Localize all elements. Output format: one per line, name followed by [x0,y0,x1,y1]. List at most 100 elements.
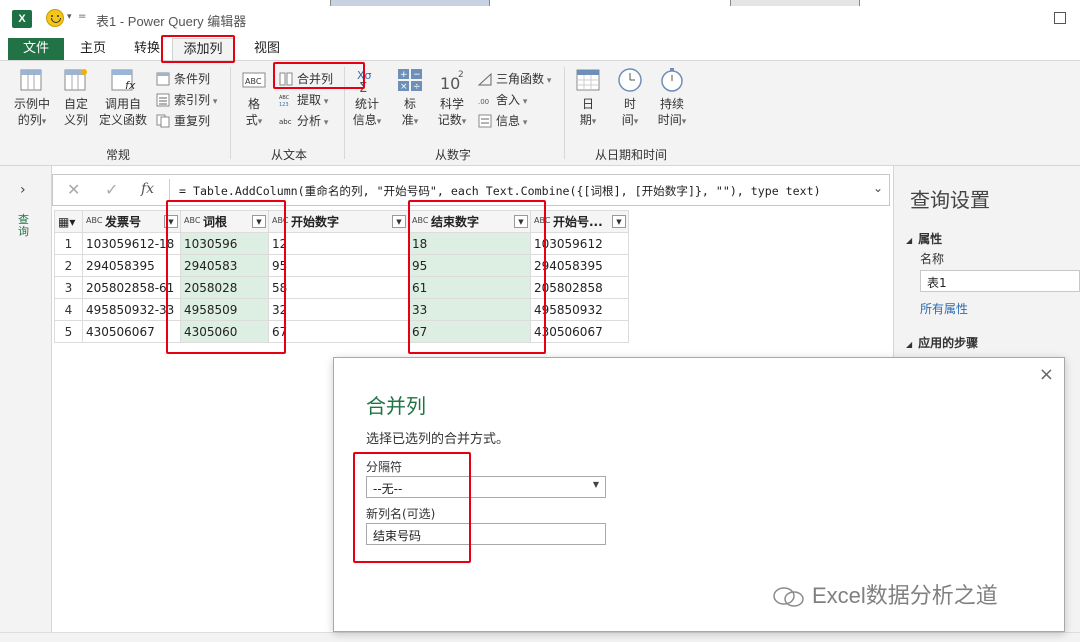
ribbon-separator [564,67,565,159]
text-type-icon[interactable]: ABC [86,216,102,225]
table-cell[interactable]: 67 [268,320,409,343]
extract-icon: ABC123 [279,95,290,107]
row-number[interactable]: 2 [54,254,83,277]
table-menu-icon[interactable]: ▦▾ [54,210,83,233]
close-icon[interactable]: × [1039,364,1054,385]
svg-text:fx: fx [125,79,136,92]
group-label-general: 常规 [105,148,130,162]
confirm-formula-icon[interactable]: ✓ [105,180,118,199]
collapse-triangle-icon[interactable]: ◢ [906,340,912,349]
format-icon: ABC [242,72,266,88]
stopwatch-icon [661,68,683,92]
all-properties-link[interactable]: 所有属性 [920,300,968,317]
svg-text:+: + [400,70,408,80]
conditional-column-button[interactable]: 条件列 [154,69,210,89]
row-number[interactable]: 5 [54,320,83,343]
chevron-down-icon[interactable]: ▼ [593,480,599,489]
collapse-triangle-icon[interactable]: ◢ [906,236,912,245]
standard-button[interactable]: + − × ÷ 标 准▾ [392,67,428,130]
column-filter-icon[interactable]: ▼ [392,215,406,228]
information-icon [478,114,492,128]
highlight-merge-columns [273,62,365,89]
qat-dropdown-icon[interactable]: ▾ [67,12,72,22]
group-label-from-number: 从数字 [434,148,471,162]
title-bar: X ▾ = 表1 - Power Query 编辑器 [0,0,1080,38]
clock-icon [618,68,642,92]
invoke-custom-function-button[interactable]: fx 调用自 定义函数 [96,67,150,128]
information-button[interactable]: 信息 ▾ [476,111,527,131]
time-button[interactable]: 时 间▾ [612,67,648,130]
svg-text:abc: abc [279,118,292,126]
tab-view[interactable]: 视图 [244,38,290,60]
svg-text:.00: .00 [478,98,489,106]
custom-column-button[interactable]: 自定 义列 [56,67,96,128]
feedback-smiley-icon[interactable] [46,9,64,27]
scientific-button[interactable]: 10 2 科学 记数▾ [432,67,472,130]
column-from-examples-icon [20,69,42,91]
wechat-icon [773,587,804,607]
date-button[interactable]: 日 期▾ [570,67,606,130]
table-cell[interactable]: 32 [268,298,409,321]
highlight-root-column [166,200,286,354]
standard-ops-icon: + −× ÷ [398,69,422,92]
applied-steps-section[interactable]: ◢ 应用的步骤 [906,334,978,351]
svg-text:÷: ÷ [413,82,421,92]
triangle-icon [478,72,492,86]
cancel-formula-icon[interactable]: ✕ [67,180,80,199]
svg-text:ABC: ABC [279,95,290,101]
group-label-from-datetime: 从日期和时间 [594,148,667,162]
svg-text:2: 2 [458,70,464,80]
highlight-add-column-tab [161,35,235,63]
window-title: 表1 - Power Query 编辑器 [96,14,247,29]
formula-separator [169,179,170,201]
tab-home[interactable]: 主页 [70,38,116,60]
format-button[interactable]: ABC 格 式▾ [236,67,272,130]
extract-button[interactable]: ABC 123 提取 ▾ [277,90,328,110]
duplicate-column-icon [156,114,170,128]
fx-icon: fx [141,181,155,197]
name-label: 名称 [920,252,945,266]
scientific-icon: 102 [440,70,464,93]
ribbon: 示例中 的列▾ 自定 义列 fx 调用自 定义函数 条件列 索引列 ▾ 重复列 … [0,60,1080,166]
row-number[interactable]: 4 [54,298,83,321]
table-cell[interactable]: 58 [268,276,409,299]
queries-pane-collapsed: › 查询 [0,166,52,642]
expand-queries-chevron-icon[interactable]: › [20,182,26,198]
status-bar [0,632,1080,642]
properties-section[interactable]: ◢ 属性 [906,230,942,247]
parse-icon: abc [279,118,292,126]
qat-customize-icon[interactable]: = [78,11,86,22]
group-label-from-text: 从文本 [270,148,307,162]
highlight-end-number-column [408,200,546,354]
rounding-button[interactable]: .00 舍入 ▾ [476,90,527,110]
excel-logo-icon: X [12,10,32,28]
tab-file[interactable]: 文件 [8,38,64,60]
background-window-edge [330,0,490,6]
svg-text:ABC: ABC [245,77,262,86]
highlight-dialog-fields [353,452,471,563]
invoke-function-icon: fx [111,69,136,92]
dialog-description: 选择已选列的合并方式。 [366,432,510,447]
table-cell[interactable]: 12 [268,232,409,255]
maximize-icon[interactable] [1054,12,1066,24]
column-from-examples-button[interactable]: 示例中 的列▾ [8,67,56,130]
svg-text:×: × [400,82,408,92]
column-header-start-number[interactable]: ABC 开始数字 ▼ [268,210,409,233]
duration-button[interactable]: 持续 时间▾ [652,67,692,130]
row-number[interactable]: 3 [54,276,83,299]
formula-input[interactable]: = Table.AddColumn(重命名的列, "开始号码", each Te… [179,183,821,199]
parse-button[interactable]: abc 分析 ▾ [277,111,328,131]
svg-text:−: − [413,70,421,80]
table-cell[interactable]: 95 [268,254,409,277]
duplicate-column-button[interactable]: 重复列 [154,111,210,131]
trigonometry-button[interactable]: 三角函数 ▾ [476,69,551,89]
queries-pane-label[interactable]: 查询 [18,214,32,238]
dialog-title: 合并列 [366,394,426,418]
query-settings-title: 查询设置 [910,188,990,212]
query-name-input[interactable]: 表1 [920,270,1080,292]
expand-formula-chevron-icon[interactable]: ⌄ [873,181,883,195]
row-number[interactable]: 1 [54,232,83,255]
index-column-button[interactable]: 索引列 ▾ [154,90,217,110]
ribbon-separator [230,67,231,159]
column-filter-icon[interactable]: ▼ [612,215,626,228]
